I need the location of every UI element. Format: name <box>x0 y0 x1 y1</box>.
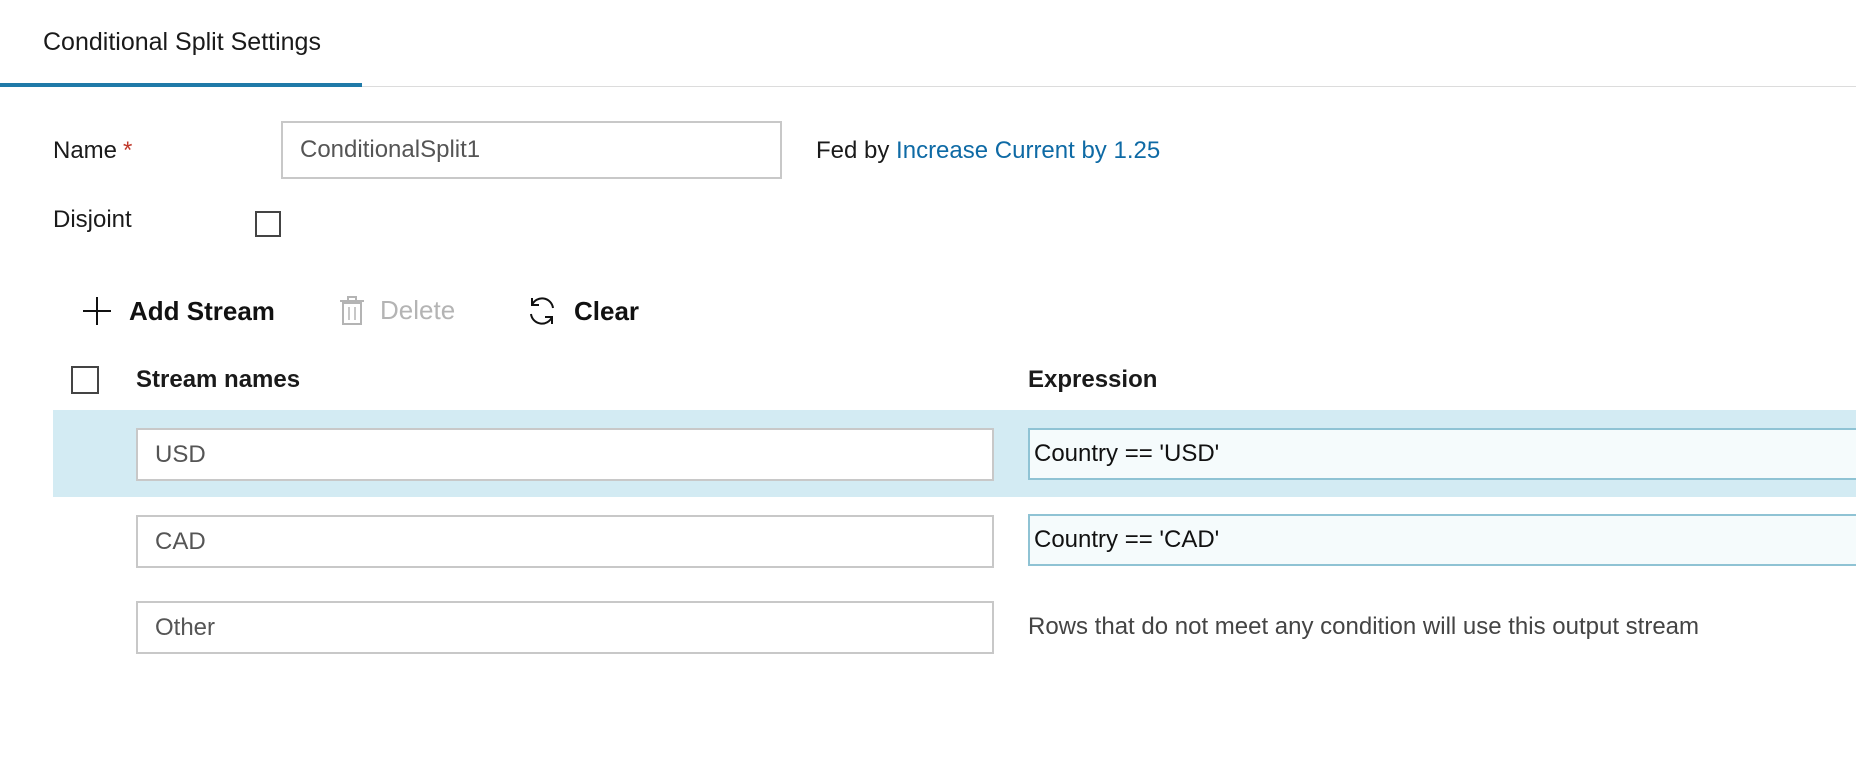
tab-bar: Conditional Split Settings <box>0 0 1856 87</box>
stream-name-input-other[interactable]: Other <box>136 601 994 654</box>
default-stream-note: Rows that do not meet any condition will… <box>1028 613 1700 640</box>
clear-button[interactable]: Clear <box>526 295 639 327</box>
stream-name-input-cad[interactable]: CAD <box>136 515 994 568</box>
refresh-icon <box>530 297 554 325</box>
expression-input-usd[interactable]: Country == 'USD' <box>1028 428 1856 480</box>
stream-name-value: CAD <box>155 527 206 555</box>
fed-by-label: Fed by <box>816 137 890 164</box>
tab-conditional-split-settings[interactable]: Conditional Split Settings <box>0 0 362 87</box>
disjoint-label: Disjoint <box>53 206 132 233</box>
expression-value: Country == 'CAD' <box>1034 526 1220 553</box>
required-marker: * <box>123 137 133 164</box>
name-input[interactable]: ConditionalSplit1 <box>281 121 782 179</box>
disjoint-checkbox[interactable] <box>255 211 281 237</box>
stream-name-input-usd[interactable]: USD <box>136 428 994 481</box>
add-stream-label: Add Stream <box>129 295 275 326</box>
stream-names-header: Stream names <box>136 366 301 393</box>
fed-by: Fed by Increase Current by 1.25 <box>816 137 1160 165</box>
tab-label: Conditional Split Settings <box>43 28 321 56</box>
expression-header: Expression <box>1028 366 1158 393</box>
expression-input-cad[interactable]: Country == 'CAD' <box>1028 514 1856 566</box>
name-input-value: ConditionalSplit1 <box>300 136 481 163</box>
stream-name-value: Other <box>155 613 216 641</box>
delete-label: Delete <box>380 295 456 325</box>
name-label-text: Name <box>53 137 118 164</box>
fed-by-link[interactable]: Increase Current by 1.25 <box>896 137 1160 164</box>
name-label: Name * <box>53 137 132 165</box>
delete-button[interactable]: Delete <box>340 295 455 326</box>
plus-icon <box>83 297 111 325</box>
select-all-checkbox[interactable] <box>71 366 99 394</box>
stream-name-value: USD <box>155 440 206 468</box>
add-stream-button[interactable]: Add Stream <box>81 295 275 327</box>
clear-label: Clear <box>574 295 640 326</box>
expression-value: Country == 'USD' <box>1034 440 1220 467</box>
trash-icon <box>340 295 364 325</box>
